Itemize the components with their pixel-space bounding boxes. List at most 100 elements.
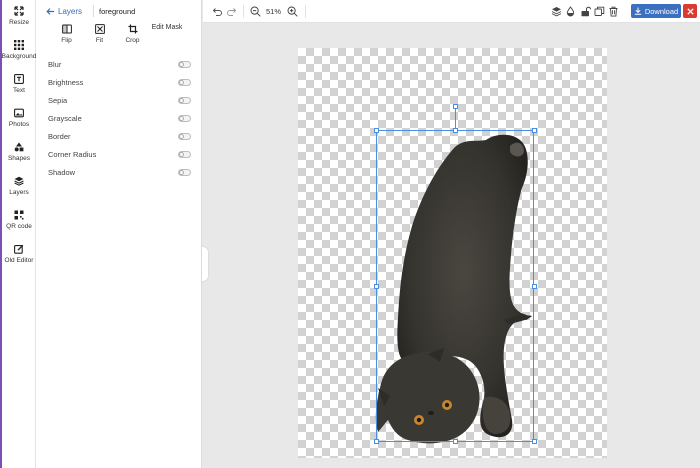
- resize-handle-top[interactable]: [453, 128, 458, 133]
- rail-label: Old Editor: [4, 257, 34, 264]
- close-editor-button[interactable]: [683, 4, 697, 18]
- redo-button[interactable]: [226, 6, 237, 17]
- rail-item-photos[interactable]: Photos: [2, 106, 36, 136]
- rail-label: Resize: [9, 19, 29, 26]
- toolbar-divider: [243, 5, 244, 18]
- properties-panel: Layers foreground Flip Fit Crop Edit Mas…: [36, 0, 202, 468]
- back-to-layers-button[interactable]: Layers: [46, 7, 82, 16]
- rotation-line: [455, 108, 456, 130]
- rail-label: Background: [1, 53, 37, 60]
- opacity-button[interactable]: [565, 6, 576, 17]
- rail-item-background[interactable]: Background: [2, 38, 36, 68]
- shapes-icon: [14, 142, 24, 152]
- duplicate-icon: [594, 6, 605, 16]
- zoom-level: 51%: [266, 7, 282, 16]
- toolbar-divider: [305, 5, 306, 18]
- corner-radius-toggle[interactable]: [178, 150, 191, 158]
- crop-icon: [128, 24, 137, 34]
- effect-label: Sepia: [48, 95, 68, 105]
- rail-item-resize[interactable]: Resize: [2, 4, 36, 34]
- effect-label: Blur: [48, 59, 62, 69]
- resize-handle-right[interactable]: [532, 284, 537, 289]
- resize-handle-top-right[interactable]: [532, 128, 537, 133]
- panel-header: Layers foreground: [46, 5, 135, 17]
- rail-item-shapes[interactable]: Shapes: [2, 140, 36, 170]
- grayscale-toggle[interactable]: [178, 114, 191, 122]
- unlock-icon: [581, 6, 591, 17]
- resize-handle-left[interactable]: [374, 284, 379, 289]
- back-label: Layers: [58, 6, 83, 16]
- opacity-drop-icon: [566, 6, 575, 17]
- effect-row-shadow: Shadow: [48, 163, 191, 181]
- resize-icon: [14, 6, 24, 16]
- effect-label: Brightness: [48, 77, 84, 87]
- flip-button[interactable]: Flip: [50, 24, 83, 44]
- download-icon: [634, 7, 642, 15]
- edit-mask-button[interactable]: Edit Mask: [149, 24, 185, 44]
- flip-label: Flip: [61, 37, 72, 44]
- effect-row-blur: Blur: [48, 55, 191, 73]
- resize-handle-bottom-right[interactable]: [532, 439, 537, 444]
- trash-icon: [609, 6, 618, 17]
- qr-code-icon: [14, 210, 24, 220]
- rail-item-text[interactable]: Text: [2, 72, 36, 102]
- old-editor-icon: [14, 244, 24, 254]
- layer-order-button[interactable]: [551, 6, 562, 17]
- crop-button[interactable]: Crop: [116, 24, 149, 44]
- download-button[interactable]: Download: [631, 4, 681, 18]
- effects-list: Blur Brightness Sepia Grayscale Border C…: [48, 55, 191, 181]
- fit-icon: [94, 24, 105, 34]
- effect-label: Grayscale: [48, 113, 82, 123]
- rail-label: QR code: [6, 223, 32, 230]
- photos-icon: [14, 108, 24, 118]
- border-toggle[interactable]: [178, 132, 191, 140]
- layers-stack-icon: [551, 7, 562, 17]
- brightness-toggle[interactable]: [178, 78, 191, 86]
- effect-row-corner-radius: Corner Radius: [48, 145, 191, 163]
- duplicate-button[interactable]: [594, 6, 605, 17]
- rail-label: Shapes: [7, 155, 31, 162]
- tool-rail: Resize Background Text Photos Shapes Lay…: [2, 0, 36, 468]
- zoom-out-icon: [250, 6, 261, 17]
- lock-button[interactable]: [580, 6, 591, 17]
- blur-toggle[interactable]: [178, 60, 191, 68]
- layer-name: foreground: [99, 6, 136, 16]
- rail-item-layers[interactable]: Layers: [2, 174, 36, 204]
- layers-icon: [14, 176, 24, 186]
- shadow-toggle[interactable]: [178, 168, 191, 176]
- background-icon: [14, 40, 24, 50]
- layer-tools: Flip Fit Crop Edit Mask: [50, 24, 185, 44]
- panel-collapse-handle[interactable]: [202, 246, 209, 282]
- flip-icon: [61, 24, 72, 34]
- zoom-in-button[interactable]: [287, 6, 298, 17]
- rail-item-old-editor[interactable]: Old Editor: [2, 242, 36, 272]
- effect-row-grayscale: Grayscale: [48, 109, 191, 127]
- selection-box: [376, 130, 534, 442]
- effect-label: Border: [48, 131, 71, 141]
- zoom-in-icon: [287, 6, 298, 17]
- rail-label: Text: [13, 87, 25, 94]
- text-icon: [14, 74, 24, 84]
- effect-row-brightness: Brightness: [48, 73, 191, 91]
- header-divider: [93, 5, 95, 17]
- crop-label: Crop: [125, 37, 140, 44]
- undo-button[interactable]: [212, 6, 223, 17]
- rail-label: Layers: [9, 189, 29, 196]
- effect-row-border: Border: [48, 127, 191, 145]
- fit-button[interactable]: Fit: [83, 24, 116, 44]
- effect-label: Corner Radius: [48, 149, 97, 159]
- download-label: Download: [644, 6, 679, 16]
- rotate-handle[interactable]: [453, 104, 458, 109]
- sepia-toggle[interactable]: [178, 96, 191, 104]
- arrow-left-icon: [46, 7, 55, 15]
- effect-row-sepia: Sepia: [48, 91, 191, 109]
- rail-item-qr-code[interactable]: QR code: [2, 208, 36, 238]
- resize-handle-top-left[interactable]: [374, 128, 379, 133]
- resize-handle-bottom-left[interactable]: [374, 439, 379, 444]
- delete-button[interactable]: [608, 6, 619, 17]
- resize-handle-bottom[interactable]: [453, 439, 458, 444]
- edit-mask-label: Edit Mask: [151, 24, 183, 31]
- undo-icon: [212, 8, 222, 16]
- zoom-out-button[interactable]: [250, 6, 261, 17]
- rail-label: Photos: [8, 121, 30, 128]
